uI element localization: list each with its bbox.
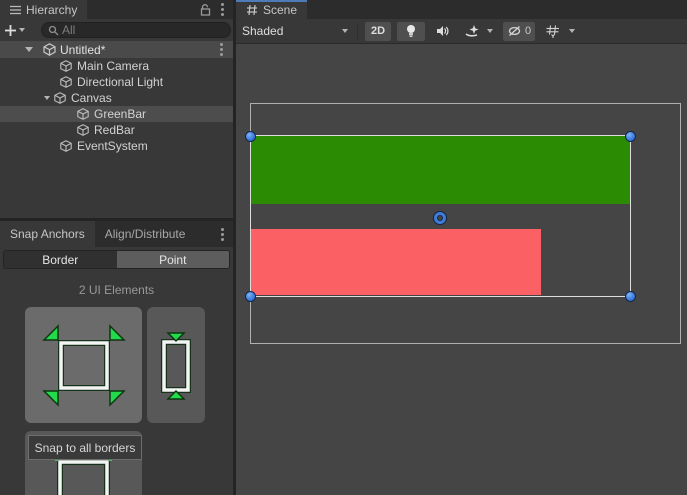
tab-scene[interactable]: Scene xyxy=(236,0,307,19)
left-panel: Hierarchy xyxy=(0,0,233,495)
tab-snap-anchors[interactable]: Snap Anchors xyxy=(0,221,95,247)
pivot-handle[interactable] xyxy=(434,212,446,224)
tabstrip-spacer xyxy=(195,221,221,247)
gameobject-cube-icon xyxy=(77,108,89,120)
hierarchy-toolbar xyxy=(0,19,233,41)
scene-viewport[interactable] xyxy=(236,44,687,495)
scene-effects-toggle[interactable] xyxy=(461,22,483,41)
tab-hierarchy[interactable]: Hierarchy xyxy=(0,0,87,19)
rect-handle-bottom-right[interactable] xyxy=(625,291,636,302)
border-mode-label: Border xyxy=(42,253,78,267)
scene-grid-icon xyxy=(246,4,258,16)
scene-lighting-toggle[interactable] xyxy=(397,22,425,41)
2d-toggle-button[interactable]: 2D xyxy=(365,22,391,41)
hierarchy-list-icon xyxy=(10,5,21,15)
tooltip: Snap to all borders xyxy=(28,435,142,460)
chevron-down-icon xyxy=(487,29,493,33)
gameobject-cube-icon xyxy=(54,92,66,104)
hierarchy-item-label: RedBar xyxy=(94,123,135,137)
2d-toggle-label: 2D xyxy=(371,25,385,37)
grid-dropdown[interactable] xyxy=(565,22,579,41)
tab-scene-label: Scene xyxy=(263,3,297,17)
toolbar-separator xyxy=(357,24,358,39)
tabstrip-spacer xyxy=(87,0,200,19)
hierarchy-item-label: Canvas xyxy=(71,91,112,105)
hierarchy-item-canvas[interactable]: Canvas xyxy=(0,90,233,106)
snap-all-borders-button[interactable] xyxy=(25,307,142,423)
hierarchy-item-label: GreenBar xyxy=(94,107,146,121)
chevron-down-icon xyxy=(19,28,25,32)
scene-audio-toggle[interactable] xyxy=(429,22,457,41)
tab-snap-anchors-label: Snap Anchors xyxy=(10,227,85,241)
effects-dropdown[interactable] xyxy=(483,22,497,41)
scene-panel: Scene Shaded 2D xyxy=(236,0,687,495)
draw-mode-dropdown[interactable]: Shaded xyxy=(236,22,354,41)
lightbulb-icon xyxy=(405,24,417,38)
scene-tabstrip: Scene xyxy=(236,0,687,19)
rect-handle-top-left[interactable] xyxy=(245,131,256,142)
snap-vertical-borders-preview xyxy=(147,307,205,423)
effects-sparkle-icon xyxy=(465,25,479,38)
hierarchy-menu-icon[interactable] xyxy=(221,3,224,16)
snap-mode-segmented-control: Border Point xyxy=(3,250,230,269)
rect-handle-top-right[interactable] xyxy=(625,131,636,142)
hierarchy-item-greenbar[interactable]: GreenBar xyxy=(0,106,233,122)
hidden-objects-toggle[interactable]: 0 xyxy=(503,22,535,41)
tab-align-distribute[interactable]: Align/Distribute xyxy=(95,221,196,247)
grid-visibility-toggle[interactable] xyxy=(541,22,565,41)
foldout-triangle-icon[interactable] xyxy=(44,96,50,100)
tab-hierarchy-label: Hierarchy xyxy=(26,3,77,17)
ui-elements-count-label: 2 UI Elements xyxy=(0,283,233,297)
search-icon xyxy=(48,25,59,36)
snap-panel-menu-icon[interactable] xyxy=(221,228,224,241)
create-object-button[interactable] xyxy=(0,24,29,37)
plus-icon xyxy=(4,24,17,37)
hierarchy-item-directional-light[interactable]: Directional Light xyxy=(0,74,233,90)
chevron-down-icon xyxy=(569,29,575,33)
hidden-objects-count: 0 xyxy=(525,25,531,37)
draw-mode-label: Shaded xyxy=(242,24,283,38)
scene-header-row[interactable]: Untitled* xyxy=(0,41,233,58)
rect-handle-bottom-left[interactable] xyxy=(245,291,256,302)
scene-menu-icon[interactable] xyxy=(220,43,223,56)
speaker-icon xyxy=(436,25,450,37)
hierarchy-tabstrip: Hierarchy xyxy=(0,0,233,19)
hierarchy-item-main-camera[interactable]: Main Camera xyxy=(0,58,233,74)
gameobject-cube-icon xyxy=(60,76,72,88)
eye-off-icon xyxy=(507,25,522,37)
point-mode-label: Point xyxy=(159,253,186,267)
hierarchy-item-label: Main Camera xyxy=(77,59,149,73)
gameobject-cube-icon xyxy=(60,60,72,72)
snap-panel-tabstrip: Snap Anchors Align/Distribute xyxy=(0,221,233,247)
scene-toolbar: Shaded 2D xyxy=(236,19,687,44)
snap-all-borders-preview xyxy=(25,307,142,423)
chevron-down-icon xyxy=(342,29,348,33)
border-mode-button[interactable]: Border xyxy=(4,251,117,268)
hierarchy-item-label: Directional Light xyxy=(77,75,163,89)
search-input[interactable] xyxy=(62,23,192,37)
unity-editor-window: Hierarchy xyxy=(0,0,687,495)
unity-scene-icon xyxy=(43,43,56,56)
hierarchy-item-label: EventSystem xyxy=(77,139,148,153)
scene-name-label: Untitled* xyxy=(60,43,105,57)
grid-axis-icon xyxy=(546,25,560,38)
hierarchy-item-redbar[interactable]: RedBar xyxy=(0,122,233,138)
point-mode-button[interactable]: Point xyxy=(117,251,230,268)
gameobject-cube-icon xyxy=(60,140,72,152)
tooltip-text: Snap to all borders xyxy=(35,441,136,455)
foldout-triangle-icon[interactable] xyxy=(25,47,33,52)
gameobject-cube-icon xyxy=(77,124,89,136)
tab-align-distribute-label: Align/Distribute xyxy=(105,227,186,241)
hierarchy-item-eventsystem[interactable]: EventSystem xyxy=(0,138,233,154)
hierarchy-search-field[interactable] xyxy=(41,22,231,38)
unlock-icon[interactable] xyxy=(200,4,211,16)
snap-vertical-borders-button[interactable] xyxy=(147,307,205,423)
